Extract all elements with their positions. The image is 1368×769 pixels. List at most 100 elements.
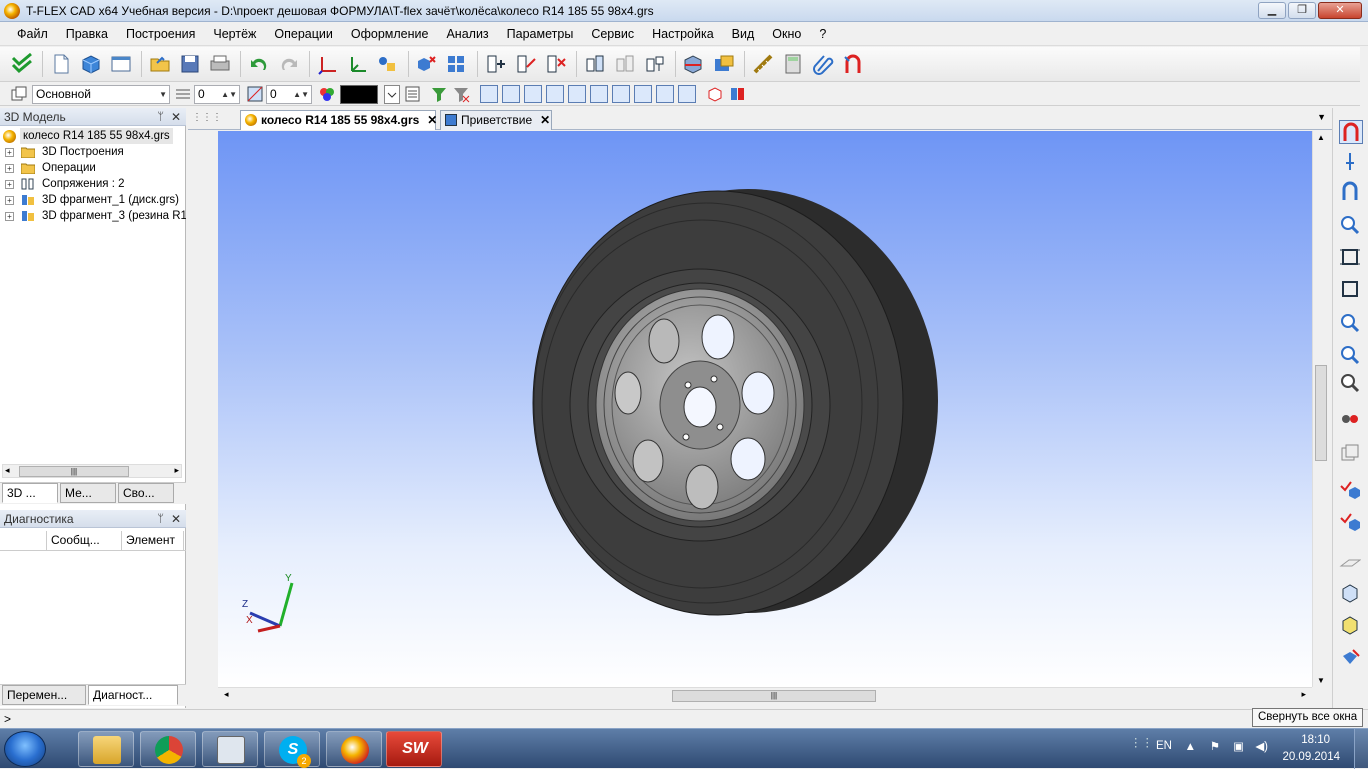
scroll-right-icon[interactable]: ▸ xyxy=(174,465,179,476)
magnet-snap-icon[interactable] xyxy=(839,51,866,78)
expand-icon[interactable]: + xyxy=(5,212,14,221)
taskbar-calculator[interactable] xyxy=(202,731,258,767)
materials-icon[interactable] xyxy=(710,51,737,78)
magnet-icon[interactable] xyxy=(1339,120,1363,144)
properties-list-icon[interactable] xyxy=(404,85,422,104)
close-icon[interactable]: ✕ xyxy=(171,510,181,528)
tab-variables[interactable]: Перемен... xyxy=(2,685,86,705)
show-desktop-button[interactable] xyxy=(1354,729,1368,769)
snap-icon[interactable] xyxy=(1339,180,1363,204)
close-icon[interactable]: ✕ xyxy=(427,113,437,127)
array-icon[interactable] xyxy=(443,51,470,78)
copy-view-icon[interactable] xyxy=(1339,442,1363,466)
redo-icon[interactable] xyxy=(275,51,302,78)
level-field[interactable]: 0 ▲▼ xyxy=(266,85,312,104)
workplane-icon[interactable] xyxy=(314,51,341,78)
pin-icon[interactable]: ᛘ xyxy=(157,510,164,528)
volume-icon[interactable]: ◀) xyxy=(1255,739,1268,753)
network-icon[interactable]: ▣ xyxy=(1233,739,1244,753)
tree-item-mates[interactable]: + Сопряжения : 2 xyxy=(0,176,186,192)
viewport-vertical-scrollbar[interactable]: ▲ ▼ xyxy=(1312,131,1328,687)
expand-icon[interactable]: + xyxy=(5,148,14,157)
tab-properties[interactable]: Сво... xyxy=(118,483,174,503)
select-check-icon[interactable] xyxy=(1339,478,1363,502)
tabs-dropdown-icon[interactable]: ▼ xyxy=(1317,112,1326,122)
render-view-icon[interactable] xyxy=(1339,646,1363,670)
select-filter-icon[interactable] xyxy=(728,85,746,104)
layer-select[interactable]: Основной ▼ xyxy=(32,85,170,104)
expand-icon[interactable]: + xyxy=(5,196,14,205)
taskbar-chrome[interactable] xyxy=(140,731,196,767)
model-tree-scrollbar[interactable]: ◂ ||| ▸ xyxy=(2,464,182,478)
3d-viewport[interactable]: Y Z X xyxy=(218,131,1312,687)
select-all-icon[interactable] xyxy=(706,85,724,104)
tray-expand-icon[interactable]: ▲ xyxy=(1185,741,1196,753)
zoom-out-icon[interactable] xyxy=(1339,344,1363,368)
pin-tool-icon[interactable] xyxy=(1339,150,1363,174)
menu-design[interactable]: Оформление xyxy=(342,22,438,46)
clock-date[interactable]: 20.09.2014 xyxy=(1282,751,1340,763)
zoom-previous-icon[interactable] xyxy=(1339,372,1363,396)
scroll-down-icon[interactable]: ▼ xyxy=(1317,676,1325,685)
column-header-message[interactable]: Сообщ... xyxy=(47,531,122,550)
tree-item-fragment-3[interactable]: + 3D фрагмент_3 (резина R14 xyxy=(0,208,186,224)
menu-view[interactable]: Вид xyxy=(723,22,764,46)
menu-edit[interactable]: Правка xyxy=(57,22,117,46)
print-icon[interactable] xyxy=(206,51,233,78)
select-path-icon[interactable] xyxy=(634,85,652,103)
taskbar-skype[interactable]: S2 xyxy=(264,731,320,768)
taskbar-solidworks[interactable]: SW xyxy=(386,731,442,767)
scroll-left-icon[interactable]: ◂ xyxy=(5,465,10,476)
app-icon[interactable] xyxy=(4,3,20,19)
menu-help[interactable]: ? xyxy=(810,22,835,46)
fragment-variant-icon[interactable] xyxy=(512,51,539,78)
insert-fragment-icon[interactable] xyxy=(482,51,509,78)
color-dropdown-icon[interactable] xyxy=(384,85,400,104)
tab-3d-model[interactable]: 3D ... xyxy=(2,483,58,503)
select-operation-icon[interactable] xyxy=(590,85,608,103)
open-icon[interactable] xyxy=(146,51,173,78)
section-icon[interactable] xyxy=(680,51,707,78)
command-line[interactable]: > xyxy=(0,709,1368,728)
filter-clear-icon[interactable] xyxy=(452,85,470,104)
tab-scroll-handle[interactable]: ⋮⋮⋮ xyxy=(192,112,222,123)
plane-view-icon[interactable] xyxy=(1339,550,1363,574)
assembly-icon[interactable] xyxy=(581,51,608,78)
fragment-delete-icon[interactable] xyxy=(542,51,569,78)
select-node-icon[interactable] xyxy=(656,85,674,103)
tray-flag-icon[interactable]: ⚑ xyxy=(1210,739,1220,753)
tab-diagnostics[interactable]: Диагност... xyxy=(88,685,178,705)
scroll-thumb[interactable]: ||| xyxy=(19,466,129,477)
taskbar-tflex[interactable] xyxy=(326,731,382,767)
3d-node-icon[interactable] xyxy=(374,51,401,78)
close-icon[interactable]: ✕ xyxy=(171,108,181,126)
tree-root[interactable]: колесо R14 185 55 98x4.grs xyxy=(0,128,186,144)
pin-icon[interactable]: ᛘ xyxy=(157,108,164,126)
fit-window-icon[interactable] xyxy=(1339,246,1363,270)
menu-settings[interactable]: Настройка xyxy=(643,22,723,46)
scroll-thumb[interactable]: ||| xyxy=(672,690,876,702)
taskbar-explorer[interactable] xyxy=(78,731,134,767)
clock-time[interactable]: 18:10 xyxy=(1301,734,1330,746)
coordinate-system-icon[interactable] xyxy=(344,51,371,78)
calculator-icon[interactable] xyxy=(779,51,806,78)
new-drawing-icon[interactable] xyxy=(107,51,134,78)
filter-icon[interactable] xyxy=(430,85,448,104)
select-body-icon[interactable] xyxy=(568,85,586,103)
expand-icon[interactable]: + xyxy=(5,164,14,173)
select-loop-icon[interactable] xyxy=(546,85,564,103)
attach-icon[interactable] xyxy=(809,51,836,78)
scroll-thumb[interactable] xyxy=(1315,365,1327,461)
menu-analysis[interactable]: Анализ xyxy=(437,22,497,46)
expand-icon[interactable]: + xyxy=(5,180,14,189)
view-camera-icon[interactable] xyxy=(1339,408,1363,432)
tab-menu[interactable]: Ме... xyxy=(60,483,116,503)
tree-item-operations[interactable]: + Операции xyxy=(0,160,186,176)
scroll-up-icon[interactable]: ▲ xyxy=(1317,133,1325,142)
select-edge-icon[interactable] xyxy=(502,85,520,103)
select-workplane-icon[interactable] xyxy=(678,85,696,103)
select-face-icon[interactable] xyxy=(524,85,542,103)
viewport-horizontal-scrollbar[interactable]: ◂ ||| ▸ xyxy=(218,687,1312,703)
menu-operations[interactable]: Операции xyxy=(265,22,341,46)
color-swatch[interactable] xyxy=(340,85,378,104)
